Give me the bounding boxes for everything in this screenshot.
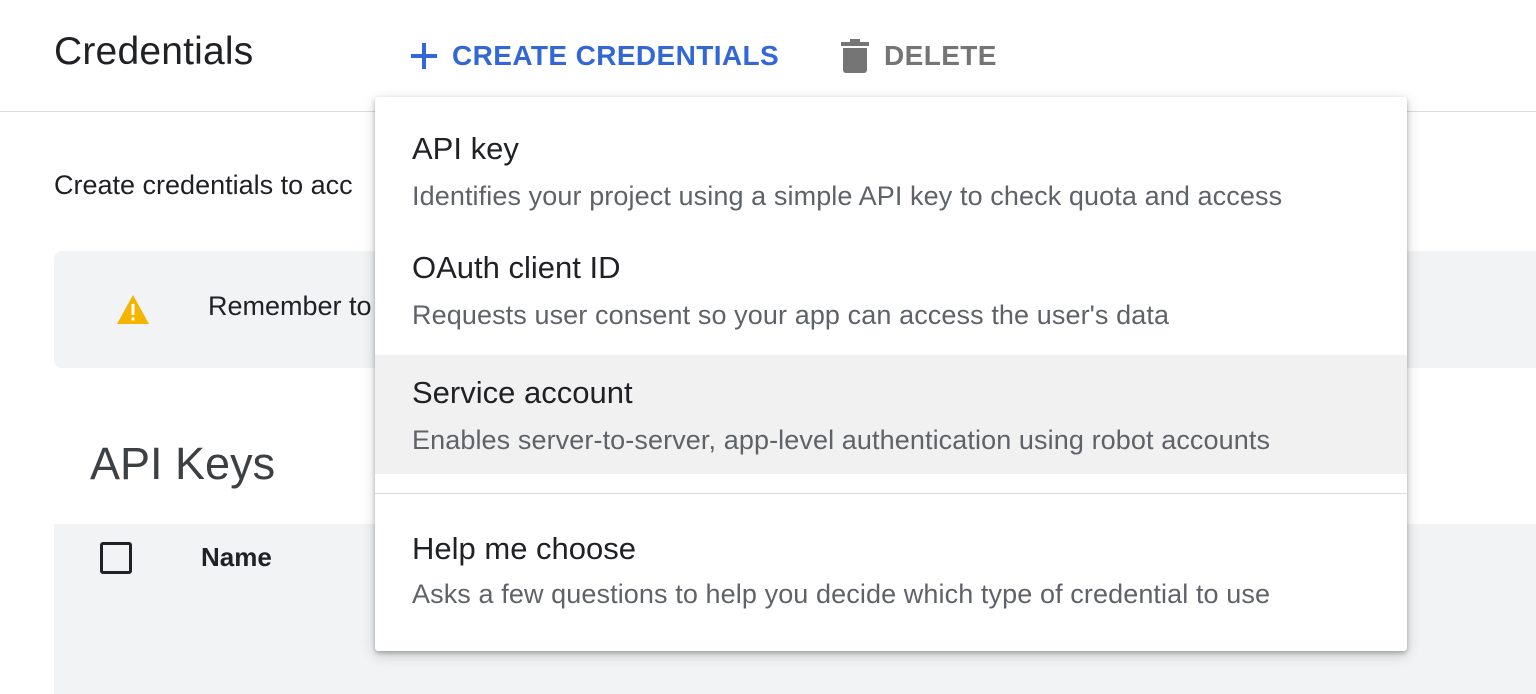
menu-item-service-account[interactable]: Service account Enables server-to-server…: [375, 355, 1407, 474]
create-credentials-menu: API key Identifies your project using a …: [375, 97, 1407, 651]
menu-item-title: OAuth client ID: [412, 250, 621, 285]
menu-item-title: API key: [412, 131, 519, 166]
menu-item-description: Asks a few questions to help you decide …: [412, 579, 1271, 609]
banner-text: Remember to: [208, 291, 372, 321]
menu-divider: [375, 493, 1407, 494]
delete-label: DELETE: [884, 40, 997, 71]
api-keys-heading: API Keys: [90, 438, 276, 489]
delete-button[interactable]: DELETE: [840, 30, 997, 82]
menu-item-description: Requests user consent so your app can ac…: [412, 300, 1170, 330]
menu-item-description: Identifies your project using a simple A…: [412, 181, 1283, 211]
intro-text: Create credentials to acc: [54, 170, 353, 200]
plus-icon: [411, 43, 437, 69]
menu-item-title: Service account: [412, 375, 633, 410]
menu-item-api-key[interactable]: API key Identifies your project using a …: [375, 97, 1407, 216]
select-all-checkbox[interactable]: [100, 542, 132, 574]
name-column-header[interactable]: Name: [201, 542, 272, 573]
warning-icon: [117, 295, 149, 324]
trash-icon: [841, 39, 869, 73]
menu-item-description: Enables server-to-server, app-level auth…: [412, 425, 1271, 455]
create-credentials-label: CREATE CREDENTIALS: [452, 40, 780, 71]
create-credentials-button[interactable]: CREATE CREDENTIALS: [408, 30, 779, 82]
menu-item-help-me-choose[interactable]: Help me choose Asks a few questions to h…: [375, 513, 1407, 632]
page-header: Credentials CREATE CREDENTIALS DELETE: [0, 0, 1536, 112]
page-title: Credentials: [54, 30, 254, 73]
menu-item-title: Help me choose: [412, 531, 637, 566]
menu-item-oauth-client-id[interactable]: OAuth client ID Requests user consent so…: [375, 216, 1407, 335]
